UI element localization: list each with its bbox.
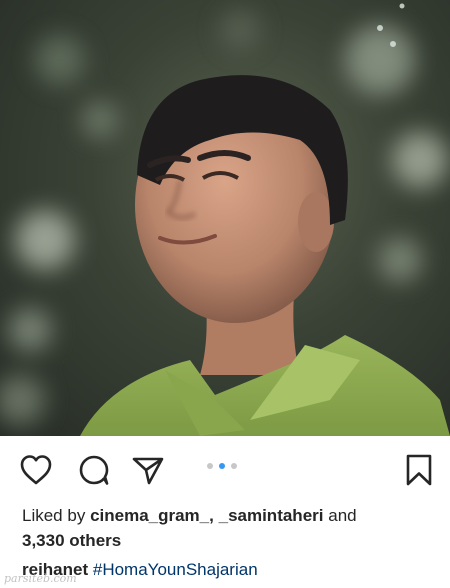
- comment-bubble-icon[interactable]: [77, 453, 111, 487]
- carousel-dot: [231, 463, 237, 469]
- heart-icon[interactable]: [19, 453, 53, 487]
- others-count-link[interactable]: 3,330 others: [22, 531, 121, 550]
- carousel-dot-active: [219, 463, 225, 469]
- carousel-dot: [207, 463, 213, 469]
- liked-user-link[interactable]: cinema_gram_: [90, 506, 209, 525]
- post-photo[interactable]: [0, 0, 450, 436]
- likes-summary: Liked by cinema_gram_, _samintaheri and …: [22, 503, 432, 553]
- caption-hashtag[interactable]: #HomaYounShajarian: [93, 560, 258, 579]
- site-watermark: parsiteb.com: [4, 572, 77, 585]
- bookmark-icon[interactable]: [402, 453, 436, 487]
- liked-by-prefix: Liked by: [22, 506, 86, 525]
- portrait-image: [0, 3, 450, 436]
- liked-separator: ,: [209, 506, 214, 525]
- and-word: and: [328, 506, 357, 525]
- liked-user-link[interactable]: _samintaheri: [219, 506, 324, 525]
- carousel-indicator: [207, 463, 237, 469]
- paper-plane-icon[interactable]: [131, 453, 165, 487]
